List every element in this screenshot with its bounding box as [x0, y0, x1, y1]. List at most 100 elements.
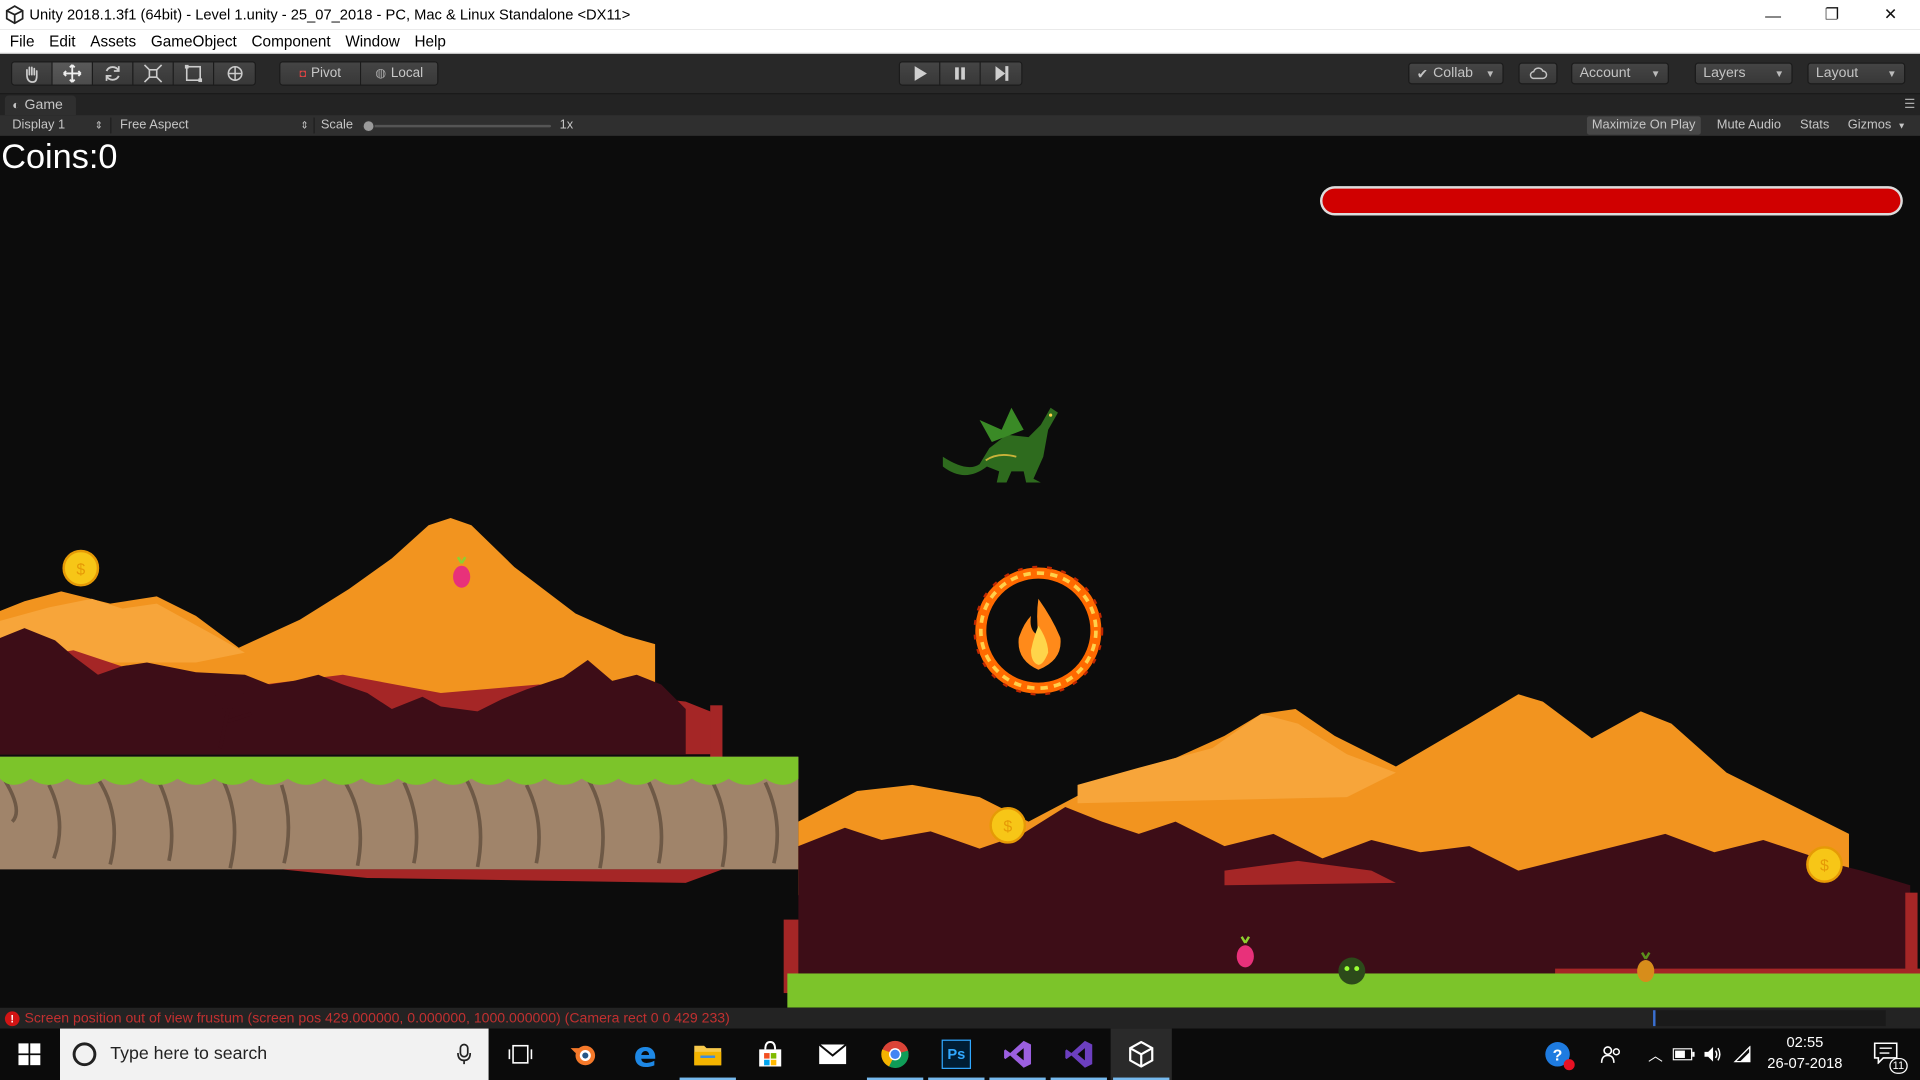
transform-tool-button[interactable] — [214, 62, 255, 85]
volume-tray-icon[interactable] — [1700, 1029, 1727, 1080]
taskbar-app-visual-studio-2[interactable] — [1048, 1029, 1109, 1080]
scale-label: Scale — [320, 117, 353, 133]
chrome-icon — [881, 1040, 909, 1068]
mute-audio-toggle[interactable]: Mute Audio — [1712, 116, 1786, 134]
hand-tool-button[interactable] — [12, 62, 53, 85]
rect-tool-button[interactable] — [173, 62, 215, 85]
taskbar-app-photoshop[interactable]: Ps — [926, 1029, 987, 1080]
clock-date: 26-07-2018 — [1767, 1054, 1843, 1072]
tab-game[interactable]: ◐ Game — [4, 95, 76, 116]
help-question-icon: ? — [1545, 1042, 1575, 1071]
account-dropdown[interactable]: Account ▼ — [1571, 62, 1669, 85]
people-tray-icon[interactable] — [1593, 1029, 1630, 1080]
help-tray-icon[interactable]: ? — [1537, 1029, 1579, 1080]
maximize-on-play-toggle[interactable]: Maximize On Play — [1586, 116, 1701, 135]
taskbar-app-chrome[interactable] — [864, 1029, 925, 1080]
taskbar-app-unity[interactable] — [1110, 1028, 1172, 1080]
pause-button[interactable] — [940, 62, 981, 85]
rotate-tool-button[interactable] — [93, 62, 134, 85]
aspect-label: Free Aspect — [120, 117, 189, 133]
coin: $ — [989, 806, 1027, 844]
pivot-icon: ◘ — [299, 67, 307, 80]
local-toggle-button[interactable]: ◍ Local — [361, 62, 438, 85]
menu-bar: File Edit Assets GameObject Component Wi… — [0, 29, 1920, 54]
task-view-button[interactable] — [490, 1029, 551, 1080]
dragon-player — [942, 407, 1058, 483]
microphone-icon[interactable] — [457, 1043, 472, 1065]
search-placeholder: Type here to search — [110, 1044, 268, 1065]
menu-component[interactable]: Component — [244, 29, 338, 53]
close-button[interactable]: ✕ — [1861, 0, 1920, 29]
blender-icon — [570, 1045, 596, 1066]
menu-assets[interactable]: Assets — [83, 29, 144, 53]
layout-dropdown[interactable]: Layout ▼ — [1807, 62, 1906, 85]
taskbar-app-store[interactable] — [740, 1029, 801, 1080]
account-caret-icon: ▼ — [1650, 67, 1661, 79]
taskbar-app-blender[interactable] — [552, 1029, 613, 1080]
windows-logo-icon — [18, 1043, 41, 1066]
svg-text:$: $ — [76, 561, 85, 578]
menu-window[interactable]: Window — [338, 29, 407, 53]
wifi-icon — [1733, 1045, 1751, 1063]
step-icon — [994, 66, 1008, 81]
collab-label: Collab — [1433, 66, 1474, 81]
menu-file[interactable]: File — [0, 29, 42, 53]
battery-tray-icon[interactable] — [1670, 1029, 1697, 1080]
action-center-button[interactable]: 11 — [1861, 1029, 1910, 1080]
menu-edit[interactable]: Edit — [42, 29, 83, 53]
taskbar-clock[interactable]: 02:55 26-07-2018 — [1753, 1032, 1856, 1076]
windows-taskbar: Type here to search e Ps ? ︿ 02:55 26-07… — [0, 1028, 1920, 1080]
taskbar-app-edge[interactable]: e — [615, 1029, 676, 1080]
cloud-button[interactable] — [1518, 62, 1558, 85]
rotate-icon — [105, 66, 120, 81]
notification-count: 11 — [1888, 1057, 1908, 1074]
svg-text:$: $ — [1003, 818, 1012, 835]
right-mountains — [783, 694, 1918, 994]
playmode-controls — [898, 61, 1023, 86]
move-icon — [63, 64, 82, 83]
console-status-bar[interactable]: ! Screen position out of view frustum (s… — [0, 1007, 1920, 1029]
start-button[interactable] — [0, 1029, 59, 1080]
error-icon: ! — [4, 1010, 20, 1026]
gizmos-dropdown[interactable]: Gizmos ▼ — [1843, 116, 1911, 134]
taskbar-app-mail[interactable] — [802, 1029, 863, 1080]
display-arrows-icon: ⇕ — [94, 120, 103, 132]
taskbar-search-box[interactable]: Type here to search — [60, 1028, 489, 1080]
game-viewport[interactable]: $ $ $ Coins:0 — [0, 135, 1920, 1008]
health-bar-fill — [1322, 188, 1901, 214]
show-hidden-icons-button[interactable]: ︿ — [1643, 1029, 1667, 1080]
game-view-controls: Display 1 ⇕ Free Aspect ⇕ Scale 1x Maxim… — [0, 115, 1920, 136]
scale-icon — [143, 64, 163, 83]
left-mountains — [0, 517, 723, 761]
layers-dropdown[interactable]: Layers ▼ — [1694, 62, 1793, 85]
restore-button[interactable]: ❐ — [1802, 0, 1861, 29]
stats-toggle[interactable]: Stats — [1795, 116, 1834, 134]
window-title-bar: Unity 2018.1.3f1 (64bit) - Level 1.unity… — [0, 0, 1920, 30]
menu-gameobject[interactable]: GameObject — [144, 29, 245, 53]
tab-menu-icon[interactable]: ☰ — [1904, 98, 1915, 111]
unity-logo-icon — [5, 5, 24, 25]
mail-icon — [818, 1043, 847, 1065]
coin: $ — [1806, 846, 1843, 883]
local-label: Local — [390, 66, 424, 81]
pivot-toggle-button[interactable]: ◘ Pivot — [280, 62, 362, 85]
display-select[interactable]: Display 1 ⇕ — [12, 115, 105, 136]
display-label: Display 1 — [12, 117, 66, 133]
scale-tool-button[interactable] — [133, 62, 174, 85]
scale-slider-track[interactable] — [364, 124, 552, 128]
play-button[interactable] — [900, 62, 941, 85]
menu-help[interactable]: Help — [407, 29, 453, 53]
fire-ring-hazard — [973, 565, 1104, 696]
wifi-tray-icon[interactable] — [1729, 1029, 1756, 1080]
taskbar-app-file-explorer[interactable] — [677, 1029, 738, 1080]
scale-slider-handle[interactable] — [362, 120, 375, 133]
move-tool-button[interactable] — [52, 62, 94, 85]
gizmos-label: Gizmos — [1847, 117, 1892, 133]
aspect-select[interactable]: Free Aspect ⇕ — [120, 115, 311, 136]
minimize-button[interactable]: — — [1744, 0, 1803, 29]
collab-dropdown[interactable]: ✔ Collab ▼ — [1408, 62, 1504, 85]
taskbar-app-visual-studio[interactable] — [987, 1029, 1048, 1080]
step-button[interactable] — [980, 62, 1022, 85]
pause-icon — [955, 67, 965, 80]
edge-icon: e — [633, 1034, 657, 1075]
